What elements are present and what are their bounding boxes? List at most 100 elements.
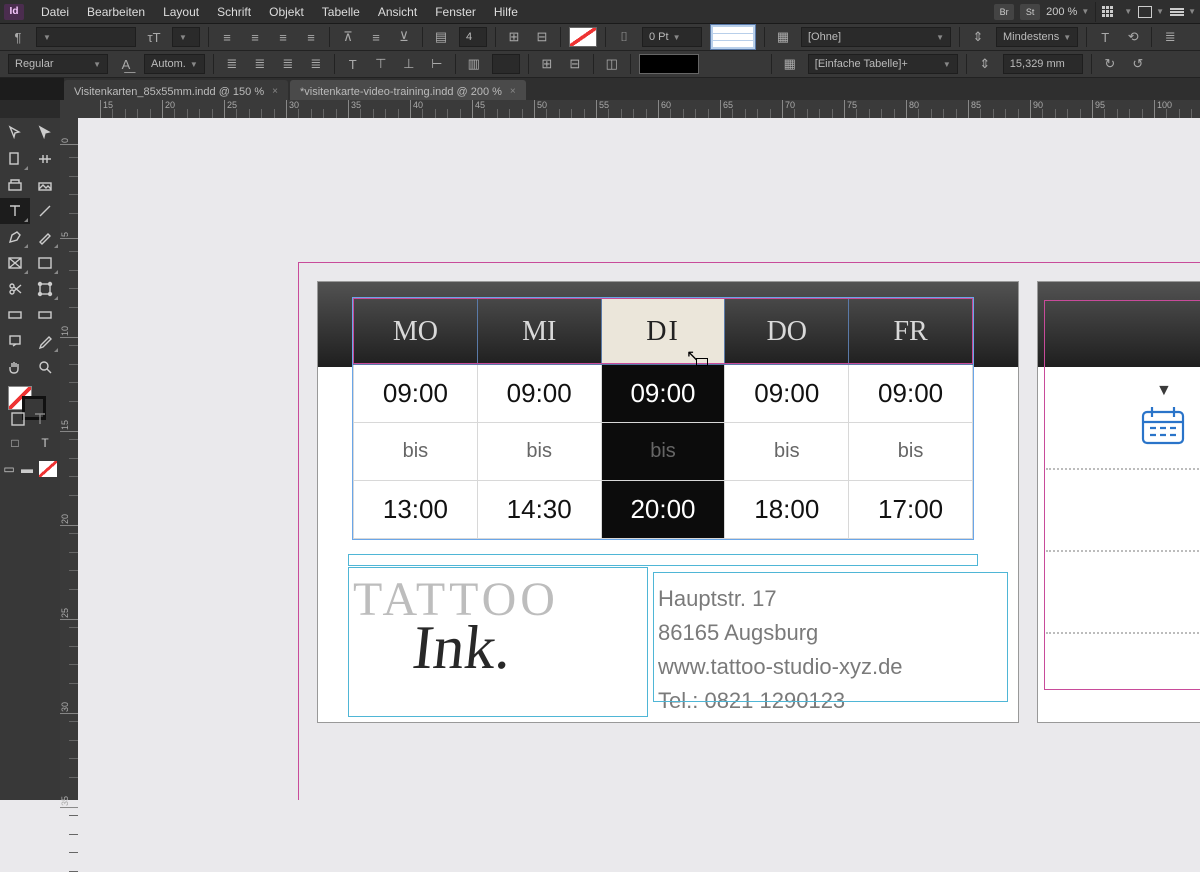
align-right-icon[interactable]: ≡: [273, 27, 293, 47]
page-tool[interactable]: [0, 146, 30, 172]
arrange-dropdown[interactable]: ▼: [1170, 7, 1196, 16]
hours-cell[interactable]: bis: [601, 423, 725, 481]
hours-cell[interactable]: 18:00: [725, 481, 849, 539]
eyedropper-tool[interactable]: [30, 328, 60, 354]
business-card-front[interactable]: MOMIDIDOFR09:0009:0009:0009:0009:00bisbi…: [318, 282, 1018, 722]
leading-field[interactable]: Autom.▼: [144, 54, 205, 74]
menu-ansicht[interactable]: Ansicht: [369, 3, 426, 21]
content-collector-tool[interactable]: [0, 172, 30, 198]
merge-cells-icon[interactable]: ⊞: [504, 27, 524, 47]
insert-row-above-icon[interactable]: ⊞: [537, 54, 557, 74]
hours-cell[interactable]: bis: [477, 423, 601, 481]
screen-mode-row[interactable]: ▭▬: [0, 458, 60, 480]
hours-cell[interactable]: 09:00: [601, 365, 725, 423]
rotate-180-icon[interactable]: ↻: [1100, 54, 1120, 74]
align-justify-icon[interactable]: ≡: [301, 27, 321, 47]
row-height-mode-dropdown[interactable]: Mindestens▼: [996, 27, 1078, 47]
rotate-270-icon[interactable]: ↺: [1128, 54, 1148, 74]
split-cells-icon[interactable]: ⊟: [532, 27, 552, 47]
menu-tabelle[interactable]: Tabelle: [313, 3, 369, 21]
justify-all-center-icon[interactable]: ≣: [250, 54, 270, 74]
font-size-field[interactable]: ▼: [172, 27, 200, 47]
scissors-tool[interactable]: [0, 276, 30, 302]
stroke-proxy-icon[interactable]: ◫: [602, 54, 622, 74]
valign-top-icon[interactable]: ⊼: [338, 27, 358, 47]
paragraph-style-icon[interactable]: ¶: [8, 27, 28, 47]
stroke-weight-field[interactable]: 0 Pt▼: [642, 27, 702, 47]
ruler-origin[interactable]: [0, 100, 60, 118]
hours-cell[interactable]: 09:00: [849, 365, 973, 423]
hours-cell[interactable]: 13:00: [354, 481, 478, 539]
menu-objekt[interactable]: Objekt: [260, 3, 313, 21]
menu-hilfe[interactable]: Hilfe: [485, 3, 527, 21]
line-tool[interactable]: [30, 198, 60, 224]
align-center-icon[interactable]: ≡: [245, 27, 265, 47]
selection-tool[interactable]: [0, 120, 30, 146]
bridge-button[interactable]: Br: [994, 4, 1014, 20]
rectangle-frame-tool[interactable]: [0, 250, 30, 276]
table-style-dropdown[interactable]: [Einfache Tabelle]+▼: [808, 54, 958, 74]
rectangle-tool[interactable]: [30, 250, 60, 276]
cell-border-proxy[interactable]: [710, 24, 756, 50]
formatting-container-icon[interactable]: [0, 406, 60, 432]
fill-swatch[interactable]: [569, 27, 597, 47]
font-weight-dropdown[interactable]: Regular▼: [8, 54, 108, 74]
cell-style-dropdown[interactable]: [Ohne]▼: [801, 27, 951, 47]
ruler-horizontal[interactable]: 1520253035404550556065707580859095100105: [60, 100, 1200, 118]
panel-menu-icon[interactable]: ≣: [1160, 27, 1180, 47]
apply-color-row[interactable]: □T: [0, 432, 60, 454]
pencil-tool[interactable]: [30, 224, 60, 250]
gradient-feather-tool[interactable]: [30, 302, 60, 328]
text-orientation-icon[interactable]: T: [343, 54, 363, 74]
zoom-dropdown[interactable]: 200 %▼: [1046, 6, 1089, 18]
valign-bottom-icon[interactable]: ⊻: [394, 27, 414, 47]
free-transform-tool[interactable]: [30, 276, 60, 302]
hours-cell[interactable]: 09:00: [725, 365, 849, 423]
baseline-top-icon[interactable]: ⊤: [371, 54, 391, 74]
hours-cell[interactable]: 09:00: [354, 365, 478, 423]
rotate-0-icon[interactable]: T: [1095, 27, 1115, 47]
hand-tool[interactable]: [0, 354, 30, 380]
paragraph-style-dropdown[interactable]: ▼: [36, 27, 136, 47]
ruler-vertical[interactable]: 05101520253035: [60, 118, 78, 800]
menu-fenster[interactable]: Fenster: [426, 3, 485, 21]
tabs-icon[interactable]: ⊢: [427, 54, 447, 74]
baseline-bottom-icon[interactable]: ⊥: [399, 54, 419, 74]
hours-cell[interactable]: bis: [354, 423, 478, 481]
view-grid-dropdown[interactable]: ▼: [1102, 6, 1132, 17]
hours-cell[interactable]: 14:30: [477, 481, 601, 539]
hours-cell[interactable]: 20:00: [601, 481, 725, 539]
hours-cell[interactable]: 17:00: [849, 481, 973, 539]
menu-datei[interactable]: Datei: [32, 3, 78, 21]
row-height-value-field[interactable]: 15,329 mm: [1003, 54, 1083, 74]
gradient-swatch-tool[interactable]: [0, 302, 30, 328]
gap-tool[interactable]: [30, 146, 60, 172]
valign-middle-icon[interactable]: ≡: [366, 27, 386, 47]
rows-field[interactable]: 4: [459, 27, 487, 47]
justify-all-left-icon[interactable]: ≣: [222, 54, 242, 74]
content-placer-tool[interactable]: [30, 172, 60, 198]
note-tool[interactable]: [0, 328, 30, 354]
align-left-icon[interactable]: ≡: [217, 27, 237, 47]
document-tab[interactable]: Visitenkarten_85x55mm.indd @ 150 %×: [64, 80, 288, 100]
hours-cell[interactable]: bis: [725, 423, 849, 481]
justify-all-icon[interactable]: ≣: [306, 54, 326, 74]
type-tool[interactable]: [0, 198, 30, 224]
close-tab-icon[interactable]: ×: [510, 86, 516, 97]
close-tab-icon[interactable]: ×: [272, 86, 278, 97]
rotate-90-icon[interactable]: ⟲: [1123, 27, 1143, 47]
stock-button[interactable]: St: [1020, 4, 1040, 20]
document-canvas[interactable]: MOMIDIDOFR09:0009:0009:0009:0009:00bisbi…: [78, 118, 1200, 800]
stroke-type-swatch[interactable]: [639, 54, 699, 74]
document-tab[interactable]: *visitenkarte-video-training.indd @ 200 …: [290, 80, 526, 100]
menu-schrift[interactable]: Schrift: [208, 3, 260, 21]
screen-mode-dropdown[interactable]: ▼: [1138, 6, 1164, 18]
direct-selection-tool[interactable]: [30, 120, 60, 146]
menu-layout[interactable]: Layout: [154, 3, 208, 21]
zoom-tool[interactable]: [30, 354, 60, 380]
hours-cell[interactable]: bis: [849, 423, 973, 481]
cols-field[interactable]: [492, 54, 520, 74]
pen-tool[interactable]: [0, 224, 30, 250]
menu-bearbeiten[interactable]: Bearbeiten: [78, 3, 154, 21]
justify-all-right-icon[interactable]: ≣: [278, 54, 298, 74]
